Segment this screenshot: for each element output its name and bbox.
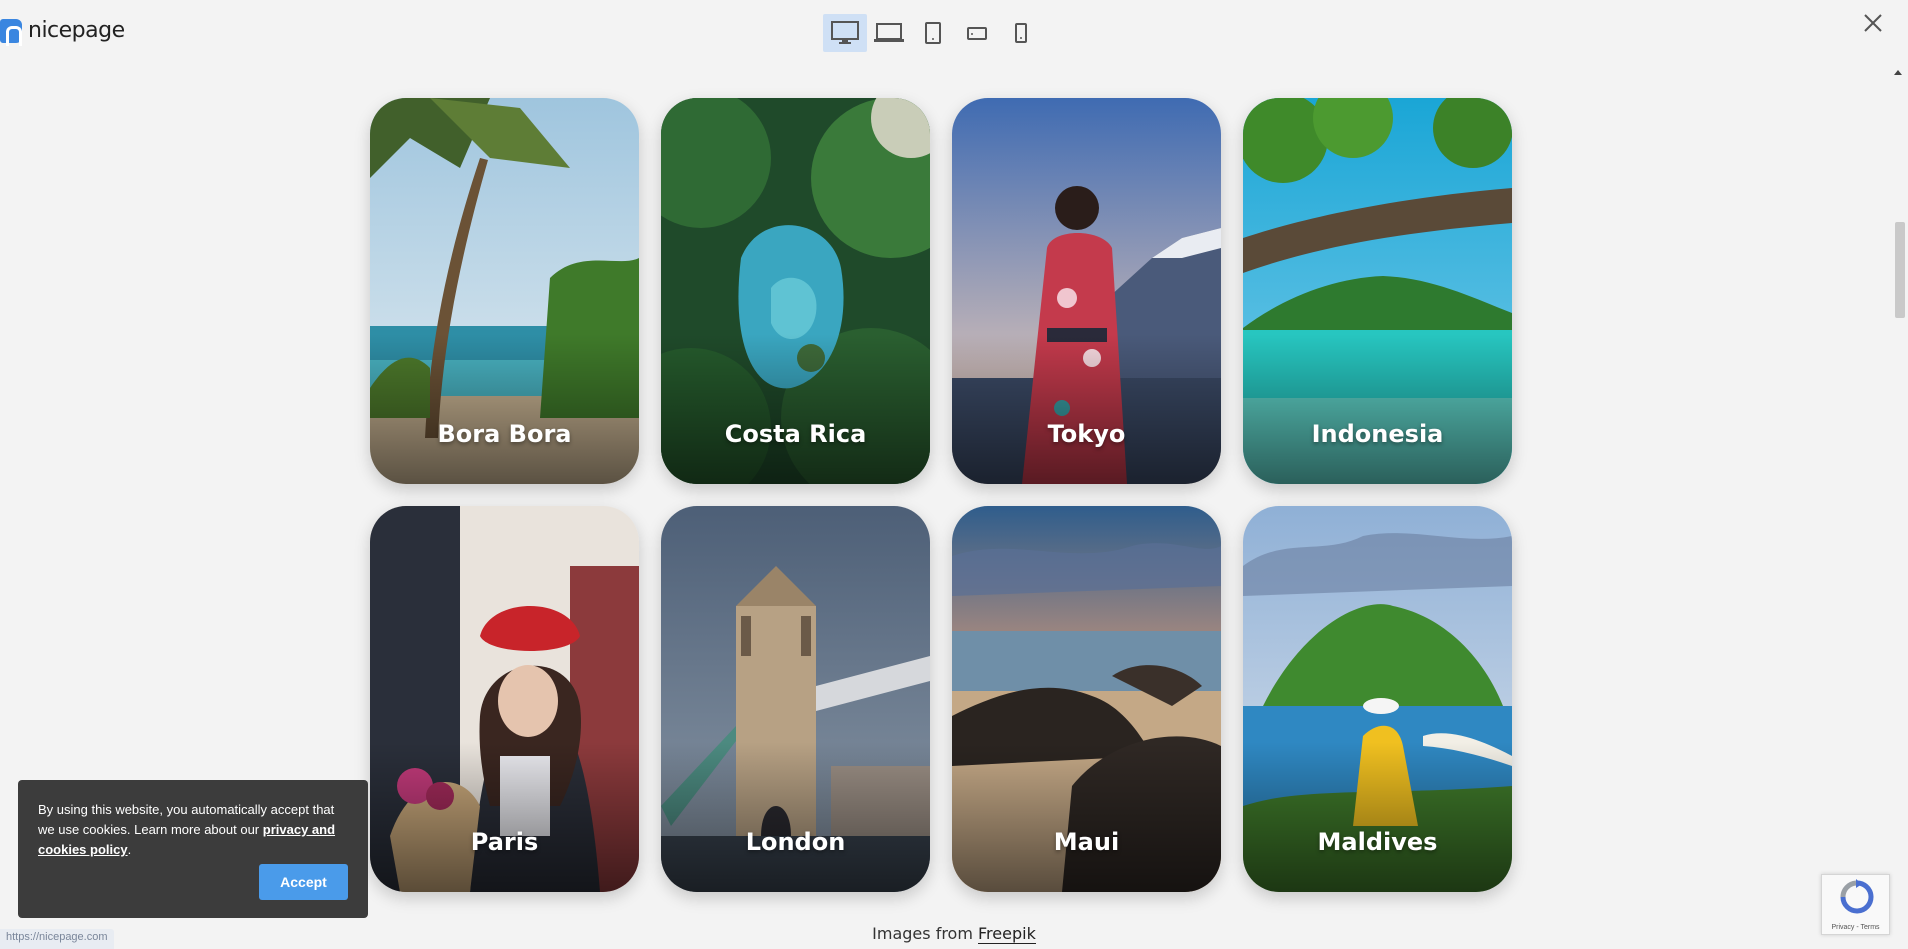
- card-london[interactable]: London: [661, 506, 930, 892]
- recaptcha-icon: [1840, 879, 1874, 914]
- credit-prefix: Images from: [872, 924, 973, 943]
- card-bora-bora[interactable]: Bora Bora: [370, 98, 639, 484]
- card-title: Paris: [470, 828, 539, 856]
- card-title: Maui: [1053, 828, 1120, 856]
- cookie-suffix: .: [127, 842, 132, 857]
- status-url: https://nicepage.com: [0, 929, 114, 949]
- card-title: Costa Rica: [724, 420, 867, 448]
- card-costa-rica[interactable]: Costa Rica: [661, 98, 930, 484]
- accept-cookies-button[interactable]: Accept: [259, 864, 348, 900]
- card-shade: [1243, 742, 1512, 892]
- card-paris[interactable]: Paris: [370, 506, 639, 892]
- logo-text: nicepage: [28, 18, 125, 43]
- cookie-message: By using this website, you automatically…: [38, 800, 350, 860]
- card-tokyo[interactable]: Tokyo: [952, 98, 1221, 484]
- scrollbar-thumb[interactable]: [1895, 222, 1905, 318]
- card-title: Maldives: [1317, 828, 1438, 856]
- card-maui[interactable]: Maui: [952, 506, 1221, 892]
- recaptcha-terms[interactable]: Privacy - Terms: [1822, 924, 1889, 931]
- desktop-icon: [831, 21, 859, 44]
- scroll-up-arrow-icon[interactable]: [1894, 70, 1902, 75]
- nicepage-logo-icon: [0, 18, 22, 46]
- destination-grid: Bora Bora Costa Rica Tokyo Indonesia Par…: [370, 98, 1512, 892]
- phone-landscape-icon: [967, 27, 987, 40]
- scrollbar[interactable]: [1888, 64, 1908, 949]
- recaptcha-badge[interactable]: Privacy - Terms: [1821, 874, 1890, 935]
- tablet-view-button[interactable]: [911, 14, 955, 52]
- card-shade: [370, 742, 639, 892]
- phone-landscape-view-button[interactable]: [955, 14, 999, 52]
- card-shade: [952, 334, 1221, 484]
- card-shade: [952, 742, 1221, 892]
- desktop-view-button[interactable]: [823, 14, 867, 52]
- phone-view-button[interactable]: [999, 14, 1043, 52]
- card-title: Tokyo: [1047, 420, 1126, 448]
- cookie-banner: By using this website, you automatically…: [18, 780, 368, 918]
- card-shade: [1243, 334, 1512, 484]
- device-switcher: [823, 14, 1043, 52]
- tablet-icon: [925, 22, 941, 44]
- phone-icon: [1015, 23, 1027, 43]
- card-shade: [661, 742, 930, 892]
- top-bar: nicepage: [0, 0, 1908, 64]
- card-title: Indonesia: [1311, 420, 1444, 448]
- card-indonesia[interactable]: Indonesia: [1243, 98, 1512, 484]
- laptop-icon: [874, 23, 904, 42]
- freepik-link[interactable]: Freepik: [978, 924, 1036, 944]
- image-credit: Images from Freepik: [0, 924, 1908, 944]
- nicepage-logo[interactable]: nicepage: [0, 18, 125, 46]
- card-maldives[interactable]: Maldives: [1243, 506, 1512, 892]
- laptop-view-button[interactable]: [867, 14, 911, 52]
- card-shade: [661, 334, 930, 484]
- card-title: London: [745, 828, 846, 856]
- card-shade: [370, 334, 639, 484]
- card-title: Bora Bora: [437, 420, 572, 448]
- close-icon[interactable]: [1862, 12, 1884, 34]
